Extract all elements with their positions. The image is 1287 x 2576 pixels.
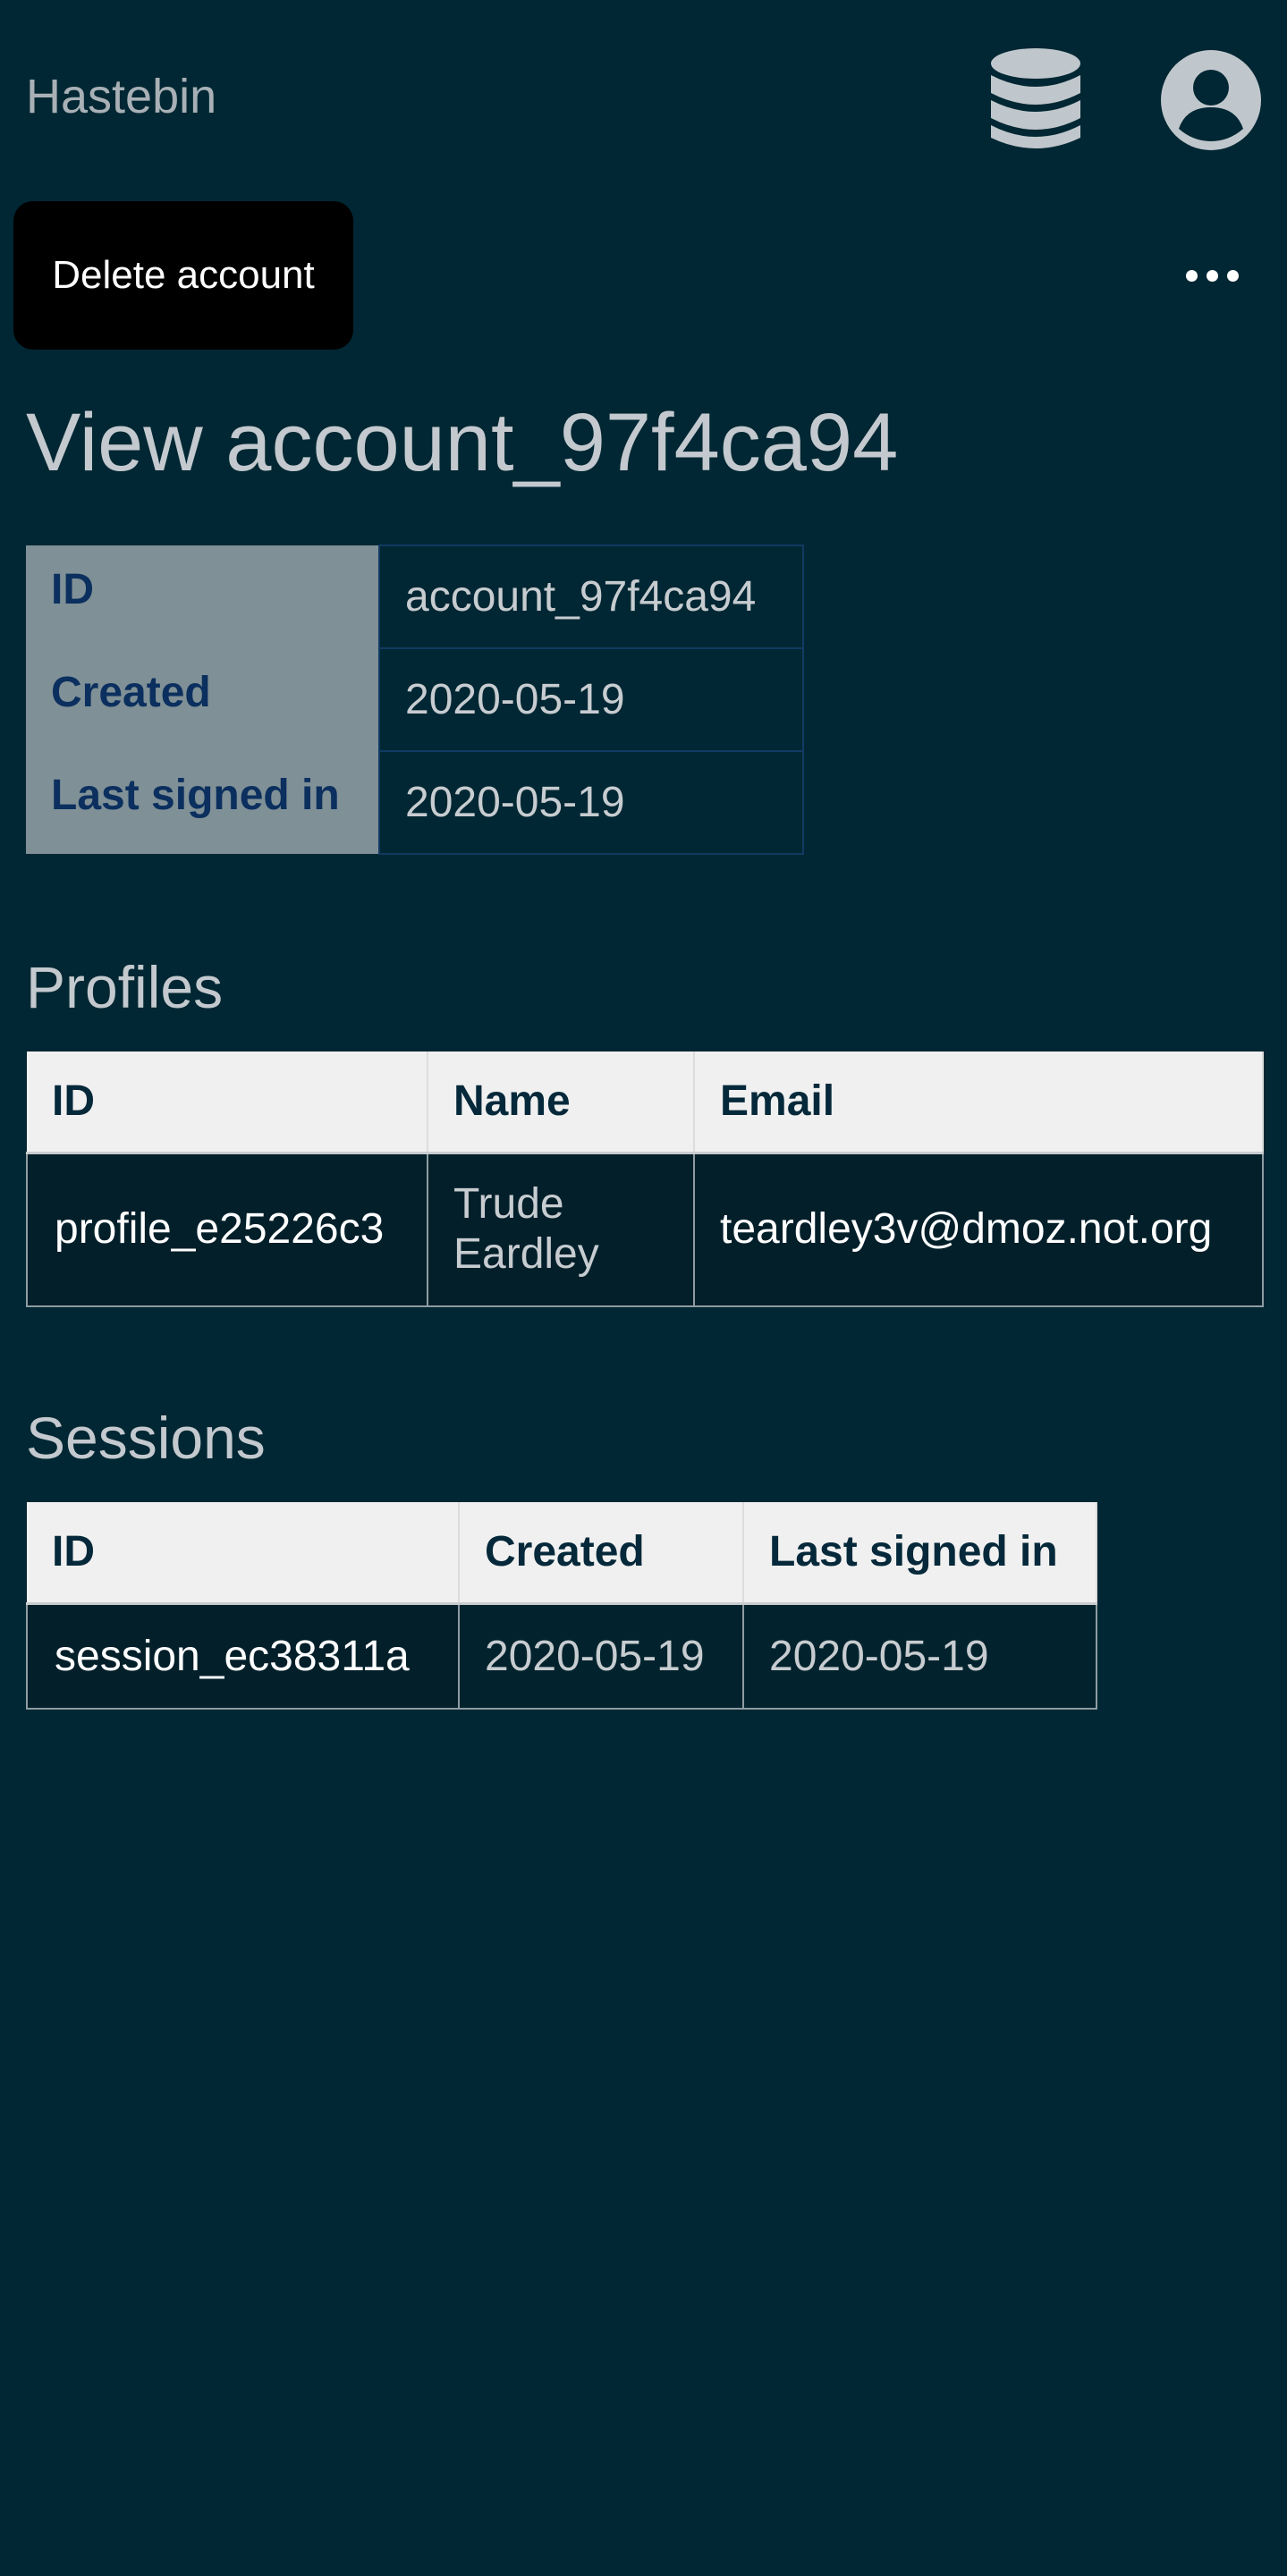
more-dot [1227, 270, 1239, 282]
table-row[interactable]: profile_e25226c3 Trude Eardley teardley3… [26, 1152, 1264, 1307]
sessions-heading: Sessions [26, 1405, 266, 1471]
detail-row-id: ID account_97f4ca94 [26, 545, 804, 649]
profiles-table: ID Name Email profile_e25226c3 Trude Ear… [26, 1052, 1264, 1307]
database-icon[interactable] [991, 48, 1080, 152]
detail-value: 2020-05-19 [378, 750, 804, 855]
profiles-heading: Profiles [26, 954, 224, 1020]
profile-email-cell: teardley3v@dmoz.not.org [693, 1152, 1264, 1307]
column-header-id: ID [27, 1502, 460, 1605]
more-dot [1207, 270, 1218, 282]
more-horizontal-icon [1186, 270, 1198, 282]
detail-value: 2020-05-19 [378, 647, 804, 752]
more-options-button[interactable] [1177, 249, 1249, 302]
column-header-last-signed-in: Last signed in [743, 1502, 1097, 1605]
column-header-email: Email [694, 1052, 1264, 1154]
sessions-table: ID Created Last signed in session_ec3831… [26, 1502, 1097, 1710]
table-row[interactable]: session_ec38311a 2020-05-19 2020-05-19 [26, 1602, 1097, 1710]
session-created-cell: 2020-05-19 [458, 1602, 744, 1710]
delete-account-button[interactable]: Delete account [13, 201, 353, 350]
table-header-row: ID Name Email [27, 1052, 1264, 1154]
detail-label: Created [26, 648, 379, 751]
page: Hastebin Delete account View account_97f… [0, 0, 1287, 2576]
page-title: View account_97f4ca94 [26, 397, 899, 488]
session-id-cell[interactable]: session_ec38311a [26, 1602, 460, 1710]
table-header-row: ID Created Last signed in [27, 1502, 1097, 1605]
brand-link[interactable]: Hastebin [26, 70, 216, 123]
session-last-signed-in-cell: 2020-05-19 [742, 1602, 1097, 1710]
column-header-id: ID [27, 1052, 428, 1154]
column-header-created: Created [459, 1502, 744, 1605]
account-details-table: ID account_97f4ca94 Created 2020-05-19 L… [26, 545, 804, 855]
detail-row-created: Created 2020-05-19 [26, 647, 804, 752]
profile-name-cell: Trude Eardley [427, 1152, 695, 1307]
detail-value: account_97f4ca94 [378, 545, 804, 649]
profile-id-cell[interactable]: profile_e25226c3 [26, 1152, 428, 1307]
detail-row-last-signed-in: Last signed in 2020-05-19 [26, 750, 804, 855]
detail-label: ID [26, 545, 379, 648]
column-header-name: Name [428, 1052, 695, 1154]
user-circle-icon[interactable] [1161, 50, 1261, 150]
app-header: Hastebin [0, 0, 1287, 193]
detail-label: Last signed in [26, 751, 379, 854]
